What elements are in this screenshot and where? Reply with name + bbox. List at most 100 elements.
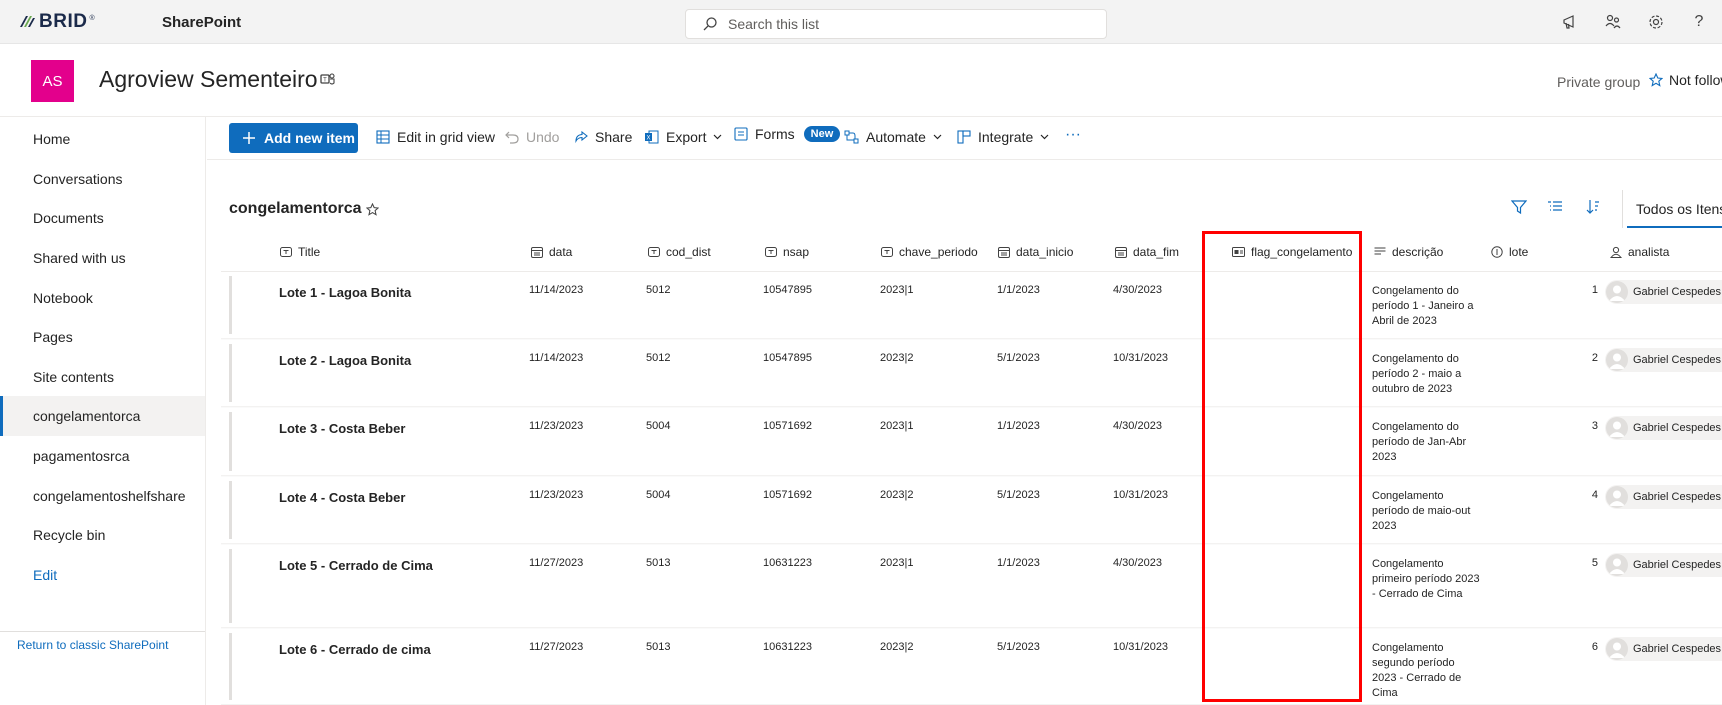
column-header-chave-periodo[interactable]: chave_periodo xyxy=(881,245,978,259)
favorite-star-icon[interactable] xyxy=(366,203,379,216)
table-row[interactable]: Lote 3 - Costa Beber 11/23/2023 5004 105… xyxy=(221,408,1722,476)
cell-descricao: Congelamento período de maio-out 2023 xyxy=(1372,490,1471,532)
filter-icon[interactable] xyxy=(1511,199,1527,215)
view-name: Todos os Itens xyxy=(1636,201,1722,217)
nav-item-pagamentosrca[interactable]: pagamentosrca xyxy=(0,436,205,476)
share-people-icon[interactable] xyxy=(1604,13,1622,31)
nav-item-documents[interactable]: Documents xyxy=(0,198,205,238)
person-name: Gabriel Cespedes xyxy=(1633,491,1722,503)
nav-item-pages[interactable]: Pages xyxy=(0,317,205,357)
column-header-nsap[interactable]: nsap xyxy=(765,245,809,259)
site-logo[interactable]: AS xyxy=(31,60,74,102)
table-row[interactable]: Lote 4 - Costa Beber 11/23/2023 5004 105… xyxy=(221,477,1722,544)
add-new-item-button[interactable]: Add new item xyxy=(229,123,358,153)
cell-title[interactable]: Lote 3 - Costa Beber xyxy=(279,421,405,436)
text-field-icon xyxy=(280,247,292,257)
cell-title[interactable]: Lote 2 - Lagoa Bonita xyxy=(279,353,411,368)
site-title[interactable]: Agroview Sementeiro xyxy=(99,66,318,93)
person-chip[interactable]: Gabriel Cespedes xyxy=(1605,637,1722,661)
app-name[interactable]: SharePoint xyxy=(162,14,241,31)
number-field-icon xyxy=(1491,246,1503,258)
nav-item-shared-with-us[interactable]: Shared with us xyxy=(0,238,205,278)
table-row[interactable]: Lote 2 - Lagoa Bonita 11/14/2023 5012 10… xyxy=(221,340,1722,407)
group-list-icon[interactable] xyxy=(1547,199,1563,215)
cell-title[interactable]: Lote 5 - Cerrado de Cima xyxy=(279,558,433,573)
yes-no-field-icon xyxy=(1232,247,1245,257)
column-header-label: flag_congelamento xyxy=(1251,245,1353,259)
cell-descricao: Congelamento segundo período 2023 - Cerr… xyxy=(1372,642,1462,699)
teams-icon[interactable]: T xyxy=(320,73,335,87)
avatar-icon xyxy=(1606,486,1628,508)
column-header-data-fim[interactable]: data_fim xyxy=(1115,245,1179,259)
cell-data: 11/14/2023 xyxy=(529,284,584,296)
person-chip[interactable]: Gabriel Cespedes xyxy=(1605,553,1722,577)
calendar-icon xyxy=(998,247,1010,258)
cell-data: 11/14/2023 xyxy=(529,352,584,364)
cell-title[interactable]: Lote 4 - Costa Beber xyxy=(279,490,405,505)
integrate-label: Integrate xyxy=(978,129,1034,145)
cell-data-inicio: 5/1/2023 xyxy=(997,489,1040,501)
column-header-flag-congelamento[interactable]: flag_congelamento xyxy=(1232,245,1352,259)
column-header-title[interactable]: Title xyxy=(280,245,320,259)
cell-title[interactable]: Lote 6 - Cerrado de cima xyxy=(279,642,431,657)
sort-icon[interactable] xyxy=(1586,199,1600,215)
undo-button[interactable]: Undo xyxy=(505,129,559,145)
share-button[interactable]: Share xyxy=(574,129,632,145)
cell-data-inicio: 1/1/2023 xyxy=(997,420,1040,432)
cell-title[interactable]: Lote 1 - Lagoa Bonita xyxy=(279,285,411,300)
nav-item-conversations[interactable]: Conversations xyxy=(0,159,205,199)
cell-data-fim: 4/30/2023 xyxy=(1113,284,1162,296)
person-chip[interactable]: Gabriel Cespedes xyxy=(1605,348,1722,372)
gear-icon[interactable] xyxy=(1647,13,1665,31)
cell-data-fim: 4/30/2023 xyxy=(1113,420,1162,432)
column-header-analista[interactable]: analista xyxy=(1610,245,1669,259)
table-row[interactable]: Lote 1 - Lagoa Bonita 11/14/2023 5012 10… xyxy=(221,272,1722,339)
megaphone-icon[interactable] xyxy=(1561,13,1579,31)
plus-icon xyxy=(243,132,255,144)
chevron-down-icon xyxy=(933,134,942,140)
person-chip[interactable]: Gabriel Cespedes xyxy=(1605,416,1722,440)
cell-chave-periodo: 2023|1 xyxy=(880,420,914,432)
left-navigation: Home Conversations Documents Shared with… xyxy=(0,117,206,705)
grid-icon xyxy=(376,130,390,144)
forms-button[interactable]: Forms New xyxy=(734,126,841,142)
export-label: Export xyxy=(666,129,707,145)
column-header-data[interactable]: data xyxy=(531,245,572,259)
column-header-label: lote xyxy=(1509,245,1529,259)
return-to-classic-link[interactable]: Return to classic SharePoint xyxy=(17,638,168,652)
nav-item-congelamentoshelfshare[interactable]: congelamentoshelfshare xyxy=(0,476,205,516)
automate-button[interactable]: Automate xyxy=(844,129,942,145)
undo-icon xyxy=(505,131,519,144)
cell-data-fim: 4/30/2023 xyxy=(1113,557,1162,569)
view-switcher[interactable]: Todos os Itens xyxy=(1622,190,1722,228)
help-icon[interactable]: ? xyxy=(1690,13,1708,31)
column-header-lote[interactable]: lote xyxy=(1491,245,1528,259)
export-button[interactable]: X Export xyxy=(644,129,722,145)
list-title[interactable]: congelamentorca xyxy=(229,200,361,218)
column-header-cod-dist[interactable]: cod_dist xyxy=(648,245,711,259)
nav-item-site-contents[interactable]: Site contents xyxy=(0,357,205,397)
edit-grid-view-button[interactable]: Edit in grid view xyxy=(376,129,495,145)
cell-lote: 1 xyxy=(1591,284,1598,296)
column-header-label: Title xyxy=(298,245,321,259)
more-commands-button[interactable]: ··· xyxy=(1065,126,1081,144)
column-header-data-inicio[interactable]: data_inicio xyxy=(998,245,1073,259)
follow-button[interactable]: Not following xyxy=(1649,72,1722,88)
nav-item-home[interactable]: Home xyxy=(0,119,205,159)
search-box[interactable]: Search this list xyxy=(685,9,1107,39)
person-chip[interactable]: Gabriel Cespedes xyxy=(1605,485,1722,509)
table-row[interactable]: Lote 6 - Cerrado de cima 11/27/2023 5013… xyxy=(221,629,1722,705)
nav-item-congelamentorca[interactable]: congelamentorca xyxy=(0,396,205,436)
cell-data: 11/23/2023 xyxy=(529,489,584,501)
table-row[interactable]: Lote 5 - Cerrado de Cima 11/27/2023 5013… xyxy=(221,545,1722,628)
nav-item-notebook[interactable]: Notebook xyxy=(0,278,205,318)
automate-icon xyxy=(844,130,859,144)
nav-edit-link[interactable]: Edit xyxy=(0,555,205,595)
brand-logo[interactable]: BRID ® xyxy=(18,11,95,33)
column-header-descricao[interactable]: descrição xyxy=(1374,245,1443,259)
search-input[interactable]: Search this list xyxy=(728,16,819,32)
nav-item-recycle-bin[interactable]: Recycle bin xyxy=(0,515,205,555)
integrate-button[interactable]: Integrate xyxy=(957,129,1049,145)
cell-lote: 6 xyxy=(1591,641,1598,653)
person-chip[interactable]: Gabriel Cespedes xyxy=(1605,280,1722,304)
